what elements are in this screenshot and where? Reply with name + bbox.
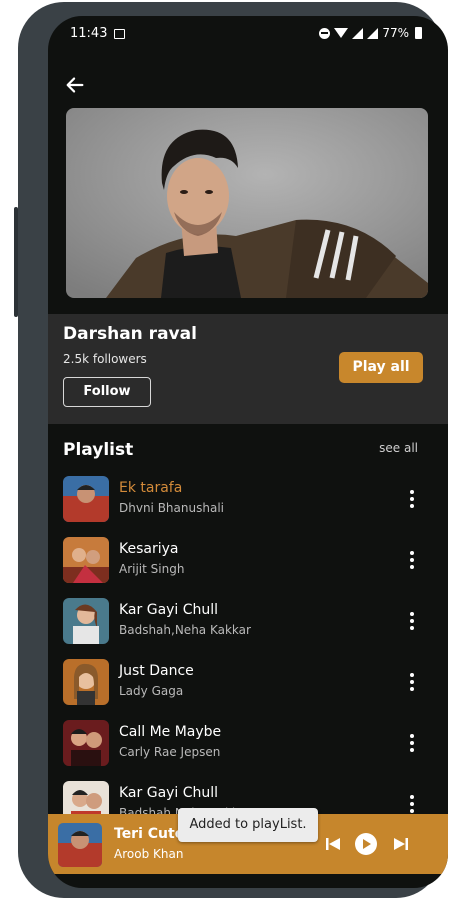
album-art <box>63 659 109 705</box>
artist-photo <box>66 108 428 298</box>
status-bar: 11:43 77% <box>48 16 448 52</box>
play-all-button[interactable]: Play all <box>339 352 423 383</box>
track-row[interactable]: Ek tarafa Dhvni Bhanushali <box>63 476 423 526</box>
album-art <box>63 537 109 583</box>
more-options-icon[interactable] <box>409 612 415 632</box>
image-notification-icon <box>114 29 125 39</box>
track-row[interactable]: Call Me Maybe Carly Rae Jepsen <box>63 720 423 770</box>
more-options-icon[interactable] <box>409 673 415 693</box>
now-playing-title: Teri Cute <box>114 826 185 842</box>
artist-name: Darshan raval <box>63 324 197 344</box>
track-title: Kesariya <box>119 541 179 557</box>
battery-icon <box>415 27 422 39</box>
back-arrow-icon[interactable] <box>64 74 86 96</box>
track-artist: Carly Rae Jepsen <box>119 745 221 759</box>
status-icons: 77% <box>319 26 422 40</box>
do-not-disturb-icon <box>319 27 331 39</box>
album-art <box>63 598 109 644</box>
follow-button[interactable]: Follow <box>63 377 151 407</box>
artist-info-card: Darshan raval 2.5k followers Follow Play… <box>48 314 448 424</box>
skip-previous-icon[interactable] <box>325 836 341 852</box>
volume-button <box>14 207 18 317</box>
track-artist: Lady Gaga <box>119 684 184 698</box>
battery-percent: 77% <box>382 26 409 40</box>
track-title: Kar Gayi Chull <box>119 602 219 618</box>
track-artist: Dhvni Bhanushali <box>119 501 224 515</box>
signal-icon <box>352 27 364 39</box>
track-row[interactable]: Just Dance Lady Gaga <box>63 659 423 709</box>
playlist-heading: Playlist <box>63 440 134 460</box>
track-artist: Arijit Singh <box>119 562 185 576</box>
track-title: Ek tarafa <box>119 480 183 496</box>
track-artist: Badshah,Neha Kakkar <box>119 623 251 637</box>
toast-message: Added to playList. <box>178 808 318 842</box>
track-title: Kar Gayi Chull <box>119 785 219 801</box>
app-screen: 11:43 77% Darshan raval 2.5k followers F… <box>48 16 448 888</box>
skip-next-icon[interactable] <box>393 836 409 852</box>
phone-frame: 11:43 77% Darshan raval 2.5k followers F… <box>14 2 448 898</box>
now-playing-artist: Aroob Khan <box>114 847 184 861</box>
track-row[interactable]: Kesariya Arijit Singh <box>63 537 423 587</box>
see-all-link[interactable]: see all <box>379 441 418 455</box>
album-art <box>63 720 109 766</box>
now-playing-art <box>58 823 102 867</box>
track-title: Just Dance <box>119 663 194 679</box>
follower-count: 2.5k followers <box>63 352 147 366</box>
more-options-icon[interactable] <box>409 551 415 571</box>
more-options-icon[interactable] <box>409 795 415 815</box>
track-title: Call Me Maybe <box>119 724 222 740</box>
signal-icon-2 <box>367 27 379 39</box>
status-time: 11:43 <box>70 26 108 41</box>
play-icon[interactable] <box>355 833 377 855</box>
track-row[interactable]: Kar Gayi Chull Badshah,Neha Kakkar <box>63 598 423 648</box>
wifi-icon <box>334 28 349 38</box>
more-options-icon[interactable] <box>409 490 415 510</box>
album-art <box>63 476 109 522</box>
more-options-icon[interactable] <box>409 734 415 754</box>
